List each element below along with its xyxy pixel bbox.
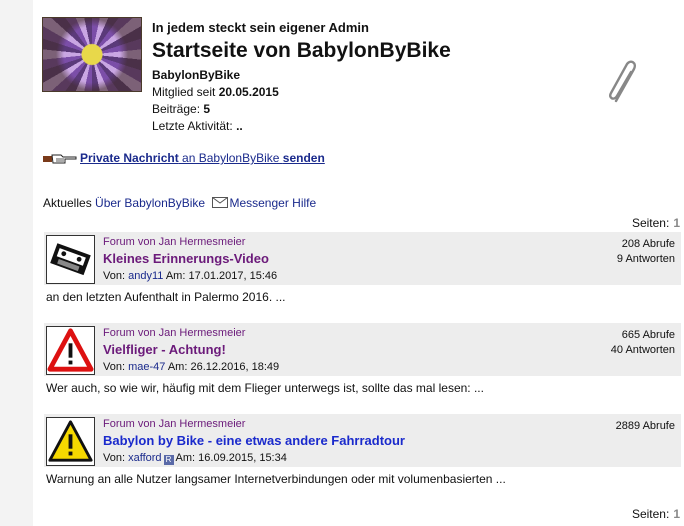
post-count: Beiträge: 5 xyxy=(152,102,210,116)
nav-messenger-help-link[interactable]: Messenger Hilfe xyxy=(229,196,316,210)
post-author[interactable]: xafford xyxy=(128,452,161,464)
pm-label-send: senden xyxy=(282,151,325,165)
profile-nav: Aktuelles Über BabylonByBike Messenger H… xyxy=(43,196,316,210)
pagination-top: Seiten: 1 xyxy=(632,216,680,230)
post-byline: Von: andy11 Am: 17.01.2017, 15:46 xyxy=(103,270,277,282)
profile-header: In jedem steckt sein eigener Admin Start… xyxy=(42,17,682,137)
post-byline: Von: mae-47 Am: 26.12.2016, 18:49 xyxy=(103,361,279,373)
member-since-label: Mitglied seit xyxy=(152,85,216,99)
post-author[interactable]: mae-47 xyxy=(128,361,165,373)
post-title[interactable]: Vielfliger - Achtung! xyxy=(103,342,226,357)
date-label: Am: xyxy=(175,452,196,464)
list-item: Forum von Jan Hermesmeier Babylon by Bik… xyxy=(44,414,681,498)
warning-red-icon[interactable] xyxy=(46,326,95,375)
post-date: 26.12.2016, 18:49 xyxy=(190,361,280,373)
last-activity-value: .. xyxy=(236,119,243,133)
avatar xyxy=(42,17,142,92)
pointing-hand-icon xyxy=(43,154,77,164)
last-activity: Letzte Aktivität: .. xyxy=(152,119,243,133)
username: BabylonByBike xyxy=(152,68,241,82)
nav-about-link[interactable]: Über BabylonByBike xyxy=(95,196,205,210)
post-author[interactable]: andy11 xyxy=(128,270,163,282)
pagination-current-page[interactable]: 1 xyxy=(673,507,680,521)
by-label: Von: xyxy=(103,452,126,464)
post-views: 665 Abrufe xyxy=(621,329,675,341)
pagination-label: Seiten: xyxy=(631,507,670,521)
video-cassette-icon[interactable] xyxy=(46,235,95,284)
post-replies: 9 Antworten xyxy=(616,253,675,265)
pagination-bottom: Seiten: 1 xyxy=(632,507,680,521)
post-replies: 40 Antworten xyxy=(610,344,675,356)
pm-label-private: Private Nachricht xyxy=(80,151,179,165)
post-excerpt: an den letzten Aufenthalt in Palermo 201… xyxy=(46,290,286,304)
last-activity-label: Letzte Aktivität: xyxy=(152,119,233,133)
nav-current: Aktuelles xyxy=(43,196,92,210)
post-forum[interactable]: Forum von Jan Hermesmeier xyxy=(103,418,245,430)
post-views: 208 Abrufe xyxy=(621,238,675,250)
post-excerpt: Wer auch, so wie wir, häufig mit dem Fli… xyxy=(46,381,484,395)
tagline: In jedem steckt sein eigener Admin xyxy=(152,20,369,35)
member-since: Mitglied seit 20.05.2015 xyxy=(152,85,279,99)
post-count-label: Beiträge: xyxy=(152,102,201,116)
page: In jedem steckt sein eigener Admin Start… xyxy=(33,0,684,526)
post-forum[interactable]: Forum von Jan Hermesmeier xyxy=(103,236,245,248)
private-message-link[interactable]: Private Nachricht an BabylonByBike sende… xyxy=(43,151,325,165)
post-views: 2889 Abrufe xyxy=(615,420,675,432)
page-title: Startseite von BabylonByBike xyxy=(152,39,451,62)
pm-label-recipient: an BabylonByBike xyxy=(178,151,283,165)
envelope-icon xyxy=(212,197,229,208)
date-label: Am: xyxy=(167,361,188,373)
post-forum[interactable]: Forum von Jan Hermesmeier xyxy=(103,327,245,339)
post-count-value: 5 xyxy=(203,102,211,116)
by-label: Von: xyxy=(103,361,126,373)
pagination-current-page[interactable]: 1 xyxy=(673,216,680,230)
list-item: Forum von Jan Hermesmeier Kleines Erinne… xyxy=(44,232,681,316)
author-badge: R xyxy=(163,455,174,465)
post-date: 16.09.2015, 15:34 xyxy=(198,452,287,464)
member-since-value: 20.05.2015 xyxy=(218,85,279,99)
paperclip-icon[interactable] xyxy=(604,57,644,107)
post-title[interactable]: Babylon by Bike - eine etwas andere Fahr… xyxy=(103,433,405,448)
by-label: Von: xyxy=(103,270,126,282)
warning-yellow-icon[interactable] xyxy=(46,417,95,466)
post-date: 17.01.2017, 15:46 xyxy=(188,270,278,282)
post-byline: Von: xafford R Am: 16.09.2015, 15:34 xyxy=(103,452,287,465)
post-title[interactable]: Kleines Erinnerungs-Video xyxy=(103,251,269,266)
post-excerpt: Warnung an alle Nutzer langsamer Interne… xyxy=(46,472,506,486)
list-item: Forum von Jan Hermesmeier Vielfliger - A… xyxy=(44,323,681,407)
private-message-anchor[interactable]: Private Nachricht an BabylonByBike sende… xyxy=(80,151,325,165)
pagination-label: Seiten: xyxy=(631,216,670,230)
date-label: Am: xyxy=(165,270,186,282)
